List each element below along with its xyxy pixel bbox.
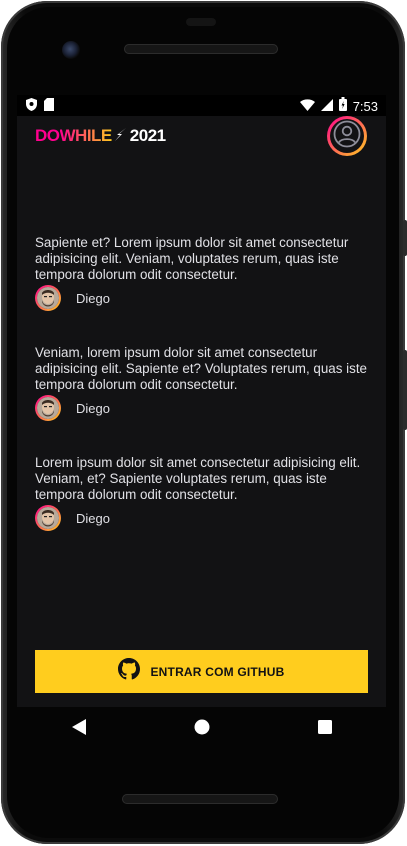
github-button-label: ENTRAR COM GITHUB <box>150 664 285 679</box>
dowhile-logo: DO WHILE 2021 <box>35 126 166 145</box>
avatar-face-icon <box>37 507 59 529</box>
message-user: Diego <box>35 285 370 311</box>
nav-home-button[interactable] <box>172 707 232 751</box>
sim-card-icon <box>44 98 54 116</box>
signal-icon <box>320 98 333 116</box>
user-avatar <box>35 285 61 311</box>
logo-year: 2021 <box>129 126 166 145</box>
power-button <box>403 350 407 430</box>
nav-back-button[interactable] <box>49 707 109 751</box>
message-user-name: Diego <box>76 510 110 526</box>
logo-while: WHILE <box>59 126 113 145</box>
message-user: Diego <box>35 395 370 421</box>
battery-icon <box>338 97 347 116</box>
bottom-speaker <box>122 794 278 804</box>
volume-button <box>403 220 407 256</box>
avatar-face-icon <box>37 397 59 419</box>
home-icon <box>194 719 210 740</box>
user-avatar <box>35 395 61 421</box>
front-camera <box>62 41 80 59</box>
user-avatar <box>35 505 61 531</box>
android-nav-bar <box>17 707 386 751</box>
message-text: Lorem ipsum dolor sit amet consectetur a… <box>35 455 361 502</box>
message-item: Sapiente et? Lorem ipsum dolor sit amet … <box>35 235 370 311</box>
back-icon <box>71 718 86 740</box>
logo-do: DO <box>35 126 60 145</box>
avatar-face-icon <box>37 287 59 309</box>
earpiece <box>186 18 216 26</box>
shield-icon <box>26 98 37 116</box>
message-user: Diego <box>35 505 370 531</box>
top-speaker <box>124 44 278 54</box>
status-bar: 7:53 <box>17 95 386 116</box>
message-item: Lorem ipsum dolor sit amet consectetur a… <box>35 455 370 531</box>
user-circle-icon <box>333 120 361 153</box>
user-avatar-button[interactable] <box>327 116 367 156</box>
wifi-icon <box>299 98 315 116</box>
recents-icon <box>317 719 332 739</box>
status-time: 7:53 <box>352 99 378 114</box>
logo-bolt-icon <box>114 127 126 145</box>
message-text: Sapiente et? Lorem ipsum dolor sit amet … <box>35 235 349 282</box>
github-icon <box>118 658 141 685</box>
message-item: Veniam, lorem ipsum dolor sit amet conse… <box>35 345 370 421</box>
message-text: Veniam, lorem ipsum dolor sit amet conse… <box>35 345 367 392</box>
message-user-name: Diego <box>76 290 110 306</box>
nav-recents-button[interactable] <box>295 707 355 751</box>
phone-frame: 7:53 DO WHILE 2021 Sapiente et? Lorem ip… <box>0 0 407 846</box>
app-screen: 7:53 DO WHILE 2021 Sapiente et? Lorem ip… <box>17 95 386 707</box>
github-login-button[interactable]: ENTRAR COM GITHUB <box>35 650 368 693</box>
message-user-name: Diego <box>76 400 110 416</box>
